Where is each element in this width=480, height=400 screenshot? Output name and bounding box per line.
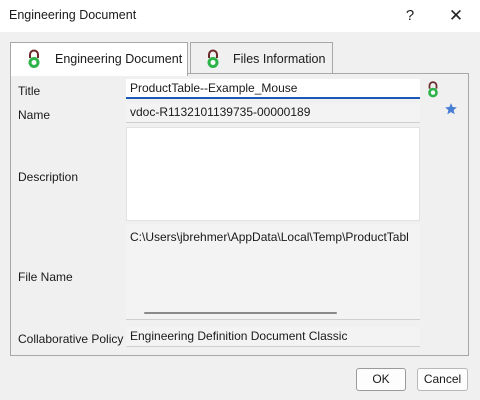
policy-label: Collaborative Policy bbox=[18, 332, 124, 346]
cancel-button[interactable]: Cancel bbox=[417, 368, 468, 391]
ok-button[interactable]: OK bbox=[356, 368, 406, 391]
tab-files-information[interactable]: Files Information bbox=[190, 42, 333, 74]
lock-icon[interactable] bbox=[426, 80, 440, 99]
horizontal-scrollbar[interactable] bbox=[144, 312, 337, 314]
title-bar: Engineering Document ? ✕ bbox=[0, 0, 480, 32]
window-title: Engineering Document bbox=[9, 8, 137, 22]
policy-field: Engineering Definition Document Classic bbox=[126, 327, 420, 347]
description-textarea[interactable] bbox=[126, 127, 420, 221]
title-input[interactable]: ProductTable--Example_Mouse bbox=[126, 79, 420, 99]
file-name-label: File Name bbox=[18, 270, 73, 284]
lock-icon bbox=[207, 49, 219, 68]
file-name-field: C:\Users\jbrehmer\AppData\Local\Temp\Pro… bbox=[126, 224, 420, 320]
description-label: Description bbox=[18, 170, 79, 184]
name-label: Name bbox=[18, 108, 51, 122]
file-name-value: C:\Users\jbrehmer\AppData\Local\Temp\Pro… bbox=[130, 230, 409, 244]
title-label: Title bbox=[18, 84, 41, 98]
lock-icon bbox=[28, 49, 40, 68]
tab-engineering-document[interactable]: Engineering Document bbox=[10, 42, 188, 76]
help-button[interactable]: ? bbox=[398, 4, 422, 28]
tab-label: Engineering Document bbox=[55, 52, 183, 66]
close-button[interactable]: ✕ bbox=[444, 4, 468, 28]
star-icon[interactable] bbox=[444, 102, 458, 116]
tab-label: Files Information bbox=[233, 52, 326, 66]
policy-value: Engineering Definition Document Classic bbox=[130, 329, 348, 343]
title-value: ProductTable--Example_Mouse bbox=[130, 81, 298, 95]
name-value: vdoc-R1132101139735-00000189 bbox=[130, 105, 311, 119]
name-field: vdoc-R1132101139735-00000189 bbox=[126, 103, 420, 123]
